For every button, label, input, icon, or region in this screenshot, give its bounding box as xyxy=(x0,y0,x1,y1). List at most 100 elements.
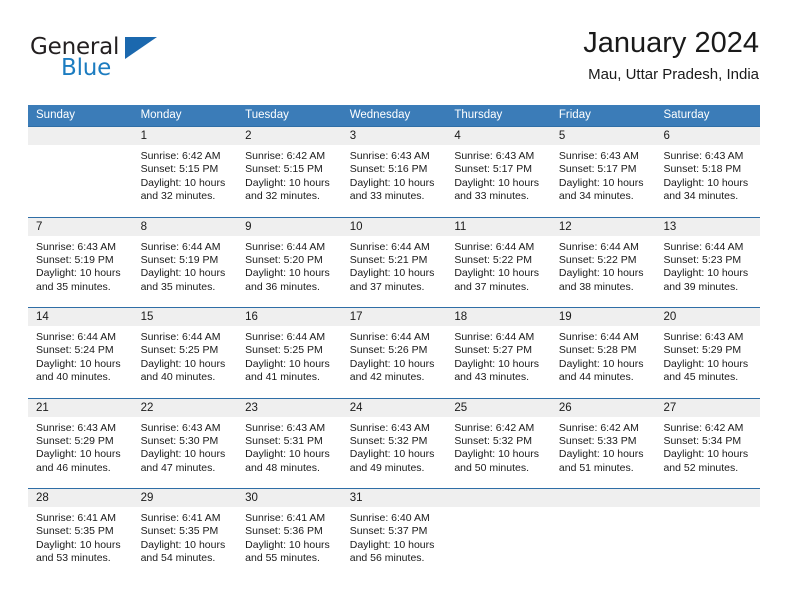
daylight-text-line2: and 54 minutes. xyxy=(140,552,216,565)
day-info: Sunrise: 6:43 AM Sunset: 5:30 PM Dayligh… xyxy=(133,417,238,476)
daylight-text-line1: Daylight: 10 hours xyxy=(245,176,330,189)
sunrise-text: Sunrise: 6:44 AM xyxy=(558,331,639,343)
sunrise-text: Sunrise: 6:41 AM xyxy=(36,512,116,524)
day-cell[interactable]: 8 Sunrise: 6:44 AM Sunset: 5:19 PM Dayli… xyxy=(132,217,238,307)
daylight-text-line1: Daylight: 10 hours xyxy=(36,538,121,551)
sunset-text: Sunset: 5:15 PM xyxy=(245,163,323,176)
daylight-text-line1: Daylight: 10 hours xyxy=(349,538,435,551)
sunset-text: Sunset: 5:37 PM xyxy=(349,525,428,538)
weekday-header-thursday: Thursday xyxy=(454,109,503,121)
day-info xyxy=(551,507,656,512)
day-info: Sunrise: 6:41 AM Sunset: 5:36 PM Dayligh… xyxy=(237,507,342,566)
sunset-text: Sunset: 5:22 PM xyxy=(454,253,532,266)
day-cell[interactable]: 2 Sunrise: 6:42 AM Sunset: 5:15 PM Dayli… xyxy=(237,127,342,217)
day-info: Sunrise: 6:43 AM Sunset: 5:32 PM Dayligh… xyxy=(342,417,447,476)
day-cell[interactable]: 23 Sunrise: 6:43 AM Sunset: 5:31 PM Dayl… xyxy=(237,398,342,488)
sunrise-text: Sunrise: 6:43 AM xyxy=(663,331,744,343)
daylight-text-line1: Daylight: 10 hours xyxy=(349,176,435,189)
sunset-text: Sunset: 5:35 PM xyxy=(36,525,114,538)
daylight-text-line2: and 33 minutes. xyxy=(454,190,530,203)
day-cell[interactable] xyxy=(550,489,656,580)
sunrise-text: Sunrise: 6:44 AM xyxy=(245,240,326,253)
sunrise-text: Sunrise: 6:43 AM xyxy=(454,150,535,162)
day-cell[interactable]: 7 Sunrise: 6:43 AM Sunset: 5:19 PM Dayli… xyxy=(28,217,133,307)
sunrise-text: Sunrise: 6:43 AM xyxy=(349,421,430,434)
day-cell[interactable]: 3 Sunrise: 6:43 AM Sunset: 5:16 PM Dayli… xyxy=(341,127,447,217)
day-cell[interactable]: 30 Sunrise: 6:41 AM Sunset: 5:36 PM Dayl… xyxy=(237,489,342,580)
day-info: Sunrise: 6:44 AM Sunset: 5:26 PM Dayligh… xyxy=(342,326,447,385)
day-cell[interactable]: 20 Sunrise: 6:43 AM Sunset: 5:29 PM Dayl… xyxy=(655,308,761,398)
sunrise-text: Sunrise: 6:44 AM xyxy=(454,240,535,253)
daylight-text-line1: Daylight: 10 hours xyxy=(245,357,330,370)
day-cell[interactable]: 19 Sunrise: 6:44 AM Sunset: 5:28 PM Dayl… xyxy=(550,308,656,398)
day-number: 20 xyxy=(655,308,761,326)
sunset-text: Sunset: 5:33 PM xyxy=(558,434,637,447)
sunrise-text: Sunrise: 6:42 AM xyxy=(558,421,639,434)
daylight-text-line1: Daylight: 10 hours xyxy=(663,176,749,189)
day-cell[interactable]: 9 Sunrise: 6:44 AM Sunset: 5:20 PM Dayli… xyxy=(237,217,342,307)
daylight-text-line1: Daylight: 10 hours xyxy=(140,176,226,189)
daylight-text-line1: Daylight: 10 hours xyxy=(558,267,644,280)
calendar-grid: Sunday Monday Tuesday Wednesday Thursday… xyxy=(28,105,761,580)
sunset-text: Sunset: 5:32 PM xyxy=(454,434,532,447)
daylight-text-line1: Daylight: 10 hours xyxy=(245,538,330,551)
daylight-text-line2: and 32 minutes. xyxy=(140,190,216,203)
day-cell[interactable]: 25 Sunrise: 6:42 AM Sunset: 5:32 PM Dayl… xyxy=(446,398,551,488)
day-cell[interactable]: 10 Sunrise: 6:44 AM Sunset: 5:21 PM Dayl… xyxy=(341,217,447,307)
day-info: Sunrise: 6:44 AM Sunset: 5:20 PM Dayligh… xyxy=(237,236,342,295)
sunrise-text: Sunrise: 6:44 AM xyxy=(454,331,535,343)
day-number: 11 xyxy=(446,217,551,236)
day-cell[interactable]: 24 Sunrise: 6:43 AM Sunset: 5:32 PM Dayl… xyxy=(341,398,447,488)
daylight-text-line2: and 48 minutes. xyxy=(245,461,320,474)
day-cell[interactable]: 15 Sunrise: 6:44 AM Sunset: 5:25 PM Dayl… xyxy=(132,308,238,398)
day-cell[interactable] xyxy=(28,127,133,217)
daylight-text-line1: Daylight: 10 hours xyxy=(349,267,435,280)
day-cell[interactable]: 28 Sunrise: 6:41 AM Sunset: 5:35 PM Dayl… xyxy=(28,489,133,580)
day-cell[interactable] xyxy=(446,489,551,580)
day-cell[interactable]: 4 Sunrise: 6:43 AM Sunset: 5:17 PM Dayli… xyxy=(446,127,551,217)
day-cell[interactable]: 27 Sunrise: 6:42 AM Sunset: 5:34 PM Dayl… xyxy=(655,398,761,488)
day-cell[interactable]: 13 Sunrise: 6:44 AM Sunset: 5:23 PM Dayl… xyxy=(655,217,761,307)
day-cell[interactable]: 21 Sunrise: 6:43 AM Sunset: 5:29 PM Dayl… xyxy=(28,398,133,488)
brand-triangle-icon xyxy=(125,37,157,59)
day-info: Sunrise: 6:41 AM Sunset: 5:35 PM Dayligh… xyxy=(133,507,238,566)
brand-logo[interactable]: General Blue xyxy=(28,34,208,86)
sunrise-text: Sunrise: 6:43 AM xyxy=(558,150,639,162)
day-cell[interactable]: 12 Sunrise: 6:44 AM Sunset: 5:22 PM Dayl… xyxy=(550,217,656,307)
day-cell[interactable]: 17 Sunrise: 6:44 AM Sunset: 5:26 PM Dayl… xyxy=(341,308,447,398)
day-info: Sunrise: 6:44 AM Sunset: 5:21 PM Dayligh… xyxy=(342,236,447,295)
calendar-week-row: 1 Sunrise: 6:42 AM Sunset: 5:15 PM Dayli… xyxy=(28,126,761,217)
day-cell[interactable]: 18 Sunrise: 6:44 AM Sunset: 5:27 PM Dayl… xyxy=(446,308,551,398)
day-cell[interactable]: 1 Sunrise: 6:42 AM Sunset: 5:15 PM Dayli… xyxy=(132,127,238,217)
day-cell[interactable]: 22 Sunrise: 6:43 AM Sunset: 5:30 PM Dayl… xyxy=(132,398,238,488)
day-info: Sunrise: 6:41 AM Sunset: 5:35 PM Dayligh… xyxy=(28,507,133,566)
day-cell[interactable] xyxy=(655,489,761,580)
day-info: Sunrise: 6:44 AM Sunset: 5:24 PM Dayligh… xyxy=(28,326,133,385)
daylight-text-line1: Daylight: 10 hours xyxy=(140,538,226,551)
day-cell[interactable]: 11 Sunrise: 6:44 AM Sunset: 5:22 PM Dayl… xyxy=(446,217,551,307)
daylight-text-line1: Daylight: 10 hours xyxy=(454,267,539,280)
sunrise-text: Sunrise: 6:42 AM xyxy=(454,421,535,434)
calendar-week-row: 7 Sunrise: 6:43 AM Sunset: 5:19 PM Dayli… xyxy=(28,216,761,307)
day-number: 29 xyxy=(132,489,238,507)
weekday-header-saturday: Saturday xyxy=(663,109,710,121)
day-cell[interactable]: 6 Sunrise: 6:43 AM Sunset: 5:18 PM Dayli… xyxy=(655,127,761,217)
daylight-text-line2: and 40 minutes. xyxy=(36,371,111,384)
sunrise-text: Sunrise: 6:43 AM xyxy=(36,240,116,253)
daylight-text-line2: and 46 minutes. xyxy=(36,461,111,474)
daylight-text-line2: and 34 minutes. xyxy=(663,190,739,203)
sunrise-text: Sunrise: 6:44 AM xyxy=(140,240,221,253)
daylight-text-line1: Daylight: 10 hours xyxy=(558,176,644,189)
daylight-text-line1: Daylight: 10 hours xyxy=(349,357,435,370)
day-cell[interactable]: 26 Sunrise: 6:42 AM Sunset: 5:33 PM Dayl… xyxy=(550,398,656,488)
day-cell[interactable]: 29 Sunrise: 6:41 AM Sunset: 5:35 PM Dayl… xyxy=(132,489,238,580)
day-info: Sunrise: 6:44 AM Sunset: 5:22 PM Dayligh… xyxy=(551,236,656,295)
day-cell[interactable]: 16 Sunrise: 6:44 AM Sunset: 5:25 PM Dayl… xyxy=(237,308,342,398)
day-cell[interactable]: 31 Sunrise: 6:40 AM Sunset: 5:37 PM Dayl… xyxy=(341,489,447,580)
day-info: Sunrise: 6:44 AM Sunset: 5:28 PM Dayligh… xyxy=(551,326,656,385)
sunrise-text: Sunrise: 6:44 AM xyxy=(349,240,430,253)
day-info: Sunrise: 6:43 AM Sunset: 5:17 PM Dayligh… xyxy=(551,145,656,204)
day-cell[interactable]: 14 Sunrise: 6:44 AM Sunset: 5:24 PM Dayl… xyxy=(28,308,133,398)
day-cell[interactable]: 5 Sunrise: 6:43 AM Sunset: 5:17 PM Dayli… xyxy=(550,127,656,217)
sunset-text: Sunset: 5:23 PM xyxy=(663,253,742,266)
